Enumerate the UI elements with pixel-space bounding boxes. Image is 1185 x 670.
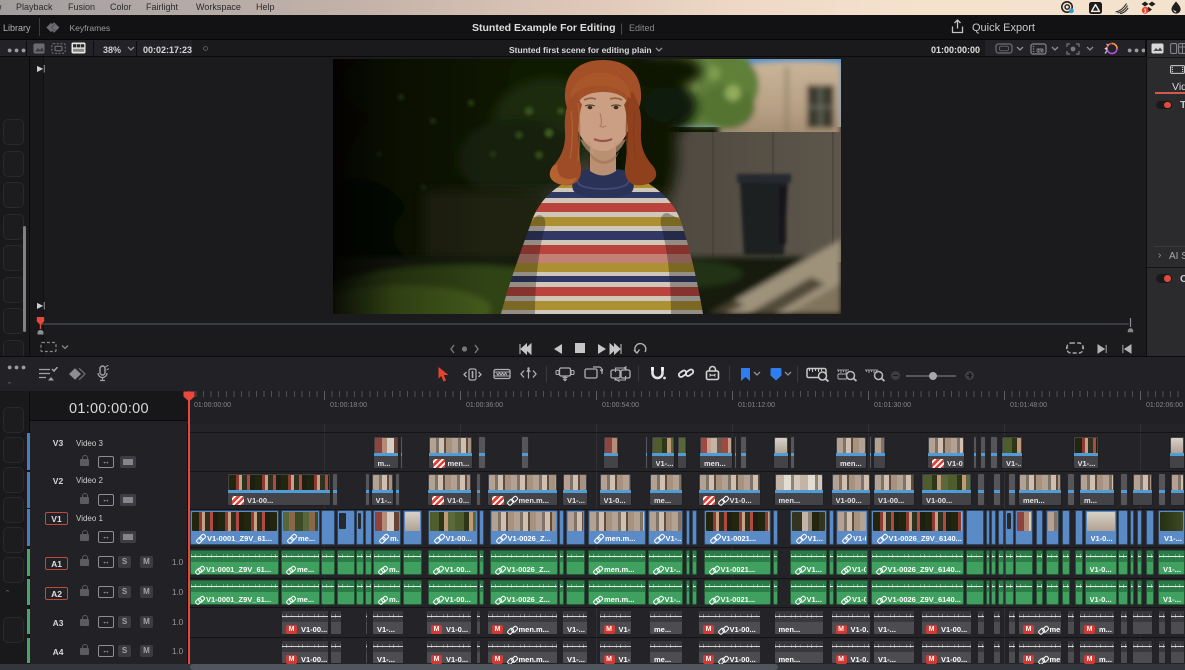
- svg-text:1: 1: [1144, 9, 1147, 14]
- svg-text:HQ: HQ: [1037, 48, 1043, 52]
